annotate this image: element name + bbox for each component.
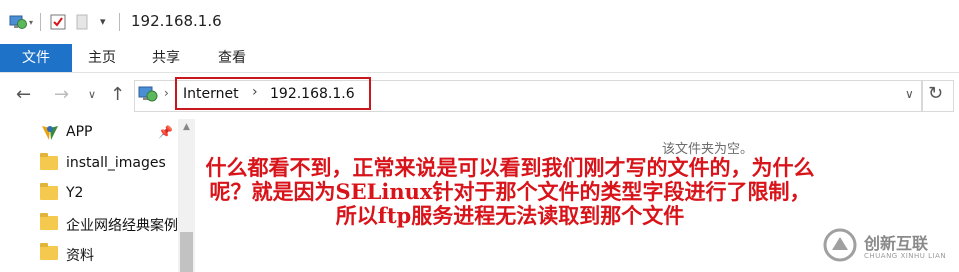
tab-home[interactable]: 主页 [88,44,116,72]
new-folder-icon[interactable] [76,14,90,30]
watermark-subtext: CHUANG XINHU LIAN [864,252,947,260]
properties-icon[interactable] [50,14,66,30]
scrollbar-thumb[interactable] [180,232,193,272]
breadcrumb-internet[interactable]: Internet [183,86,239,102]
sidebar-item-label: APP [66,124,93,140]
sidebar-item-label: 资料 [66,248,94,264]
sidebar-item-label: 企业网络经典案例 [66,218,178,234]
folder-icon [40,243,58,260]
ribbon [0,44,959,73]
address-network-icon [138,84,158,104]
folder-icon [40,183,58,200]
folder-icon [40,153,58,170]
network-icon [9,13,27,31]
back-arrow-icon[interactable]: ← [16,84,31,105]
title-divider [119,13,120,31]
breadcrumb-host[interactable]: 192.168.1.6 [270,86,355,102]
sidebar-item-enterprise-cases[interactable]: 企业网络经典案例 [40,213,178,235]
annotation-text: 什么都看不到，正常来说是可以看到我们刚才写的文件的，为什么呢？就是因为SELin… [205,155,815,228]
breadcrumb-separator-icon[interactable]: › [252,84,258,100]
sidebar-item-label: install_images [66,155,166,171]
watermark-logo-icon [822,228,858,262]
recent-locations-icon[interactable]: ∨ [88,88,96,101]
pin-icon[interactable]: 📌 [158,125,173,139]
tab-file[interactable]: 文件 [0,44,72,72]
customize-quick-access-icon[interactable]: ▾ [100,15,106,28]
sidebar-item-label: Y2 [66,185,84,201]
navigation-pane [0,119,195,272]
refresh-icon: ↻ [928,83,944,104]
breadcrumb-chevron-icon[interactable]: › [164,86,169,100]
quick-access-divider [40,13,41,31]
up-arrow-icon[interactable]: ↑ [110,84,125,105]
window-title: 192.168.1.6 [131,12,222,30]
scroll-up-icon[interactable]: ▲ [178,122,195,134]
tab-view[interactable]: 查看 [218,44,246,72]
dropdown-arrow-icon[interactable]: ▾ [29,18,35,27]
tab-share[interactable]: 共享 [152,44,180,72]
folder-icon [40,213,58,230]
forward-arrow-icon[interactable]: → [54,84,69,105]
app-icon [40,124,60,146]
watermark-text: 创新互联 [864,234,929,253]
address-dropdown-icon[interactable]: ∨ [905,87,914,101]
